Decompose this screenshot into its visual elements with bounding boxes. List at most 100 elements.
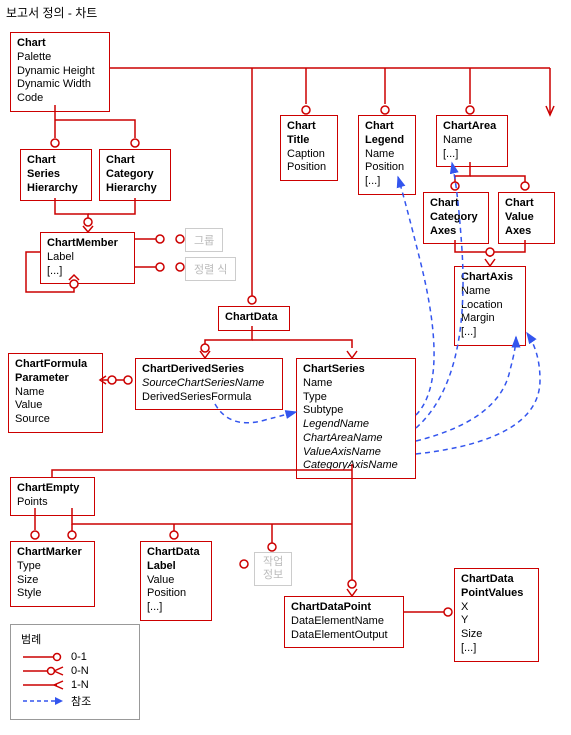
box-data-label: ChartData Label Value Position [...] xyxy=(140,541,212,621)
box-series: ChartSeries Name Type Subtype LegendName… xyxy=(296,358,416,479)
catax-l1: Chart xyxy=(430,197,482,211)
sh-l2: Series xyxy=(27,168,85,182)
mk-l2: Size xyxy=(17,574,88,588)
ce-h: ChartEmpty xyxy=(17,482,88,496)
dl-l1: Value xyxy=(147,574,205,588)
ca-l1: Name xyxy=(443,134,501,148)
box-empty: ChartEmpty Points xyxy=(10,477,95,516)
valax-l2: Value xyxy=(505,211,548,225)
catax-l3: Axes xyxy=(430,225,482,239)
legend-ref-label: 참조 xyxy=(71,693,91,709)
mk-l3: Style xyxy=(17,587,88,601)
fp-l3: Source xyxy=(15,413,96,427)
sh-l1: Chart xyxy=(27,154,85,168)
dl-l3: [...] xyxy=(147,601,205,615)
ct-l2: Position xyxy=(287,161,331,175)
box-chart-member: ChartMember Label [...] xyxy=(40,232,135,284)
legend-0n-label: 0-N xyxy=(71,665,89,677)
diagram-title: 보고서 정의 - 차트 xyxy=(6,4,567,21)
legend-01-label: 0-1 xyxy=(71,651,87,663)
cax-l2: Location xyxy=(461,299,519,313)
fp-l2: Value xyxy=(15,399,96,413)
fp-l1: Name xyxy=(15,386,96,400)
gw-l1: 작업 xyxy=(263,556,283,568)
box-grey-group: 그룹 xyxy=(185,228,223,252)
legend-row-01: 0-1 xyxy=(21,651,129,663)
box-grey-work: 작업 정보 xyxy=(254,552,292,586)
se-l7: CategoryAxisName xyxy=(303,459,409,473)
box-grey-sort: 정렬 식 xyxy=(185,257,236,281)
box-val-axes: Chart Value Axes xyxy=(498,192,555,244)
ct-l1: Caption xyxy=(287,148,331,162)
cax-h: ChartAxis xyxy=(461,271,519,285)
box-data-point: ChartDataPoint DataElementName DataEleme… xyxy=(284,596,404,648)
se-l6: ValueAxisName xyxy=(303,446,409,460)
ce-l1: Points xyxy=(17,496,88,510)
dl-h2: Label xyxy=(147,560,205,574)
box-point-values: ChartData PointValues X Y Size [...] xyxy=(454,568,539,662)
legend-row-0n: 0-N xyxy=(21,665,129,677)
dp-l1: DataElementName xyxy=(291,615,397,629)
valax-l1: Chart xyxy=(505,197,548,211)
box-derived: ChartDerivedSeries SourceChartSeriesName… xyxy=(135,358,283,410)
dv-l1: SourceChartSeriesName xyxy=(142,377,276,391)
ch-l3: Hierarchy xyxy=(106,182,164,196)
box-chart-area: ChartArea Name [...] xyxy=(436,115,508,167)
se-l5: ChartAreaName xyxy=(303,432,409,446)
cl-l2: Position xyxy=(365,161,409,175)
valax-l3: Axes xyxy=(505,225,548,239)
box-chart-axis: ChartAxis Name Location Margin [...] xyxy=(454,266,526,346)
fp-h1: ChartFormula xyxy=(15,358,96,372)
cl-h2: Legend xyxy=(365,134,409,148)
dv-h: ChartDerivedSeries xyxy=(142,363,276,377)
legend-panel: 범례 0-1 0-N 1-N 참조 xyxy=(10,624,140,720)
ch-l2: Category xyxy=(106,168,164,182)
pv-l2: Y xyxy=(461,614,532,628)
box-chart-l1: Palette xyxy=(17,51,103,65)
dv-l2: DerivedSeriesFormula xyxy=(142,391,276,405)
gw-l2: 정보 xyxy=(263,569,283,581)
se-l4: LegendName xyxy=(303,418,409,432)
pv-l4: [...] xyxy=(461,642,532,656)
se-l2: Type xyxy=(303,391,409,405)
legend-row-ref: 참조 xyxy=(21,693,129,709)
cd-h: ChartData xyxy=(225,311,283,325)
cax-l1: Name xyxy=(461,285,519,299)
box-chart-title: Chart Title Caption Position xyxy=(280,115,338,181)
box-cat-axes: Chart Category Axes xyxy=(423,192,489,244)
cl-l3: [...] xyxy=(365,175,409,189)
pv-l1: X xyxy=(461,601,532,615)
pv-h1: ChartData xyxy=(461,573,532,587)
box-chart-legend: Chart Legend Name Position [...] xyxy=(358,115,416,195)
se-h: ChartSeries xyxy=(303,363,409,377)
se-l3: Subtype xyxy=(303,404,409,418)
mk-l1: Type xyxy=(17,560,88,574)
box-chart-l3: Dynamic Width xyxy=(17,78,103,92)
ch-l1: Chart xyxy=(106,154,164,168)
box-marker: ChartMarker Type Size Style xyxy=(10,541,95,607)
cm-l2: [...] xyxy=(47,265,128,279)
ca-h: ChartArea xyxy=(443,120,501,134)
dp-h: ChartDataPoint xyxy=(291,601,397,615)
ca-l2: [...] xyxy=(443,148,501,162)
pv-l3: Size xyxy=(461,628,532,642)
fp-h2: Parameter xyxy=(15,372,96,386)
legend-1n-label: 1-N xyxy=(71,679,89,691)
box-chart-l2: Dynamic Height xyxy=(17,65,103,79)
legend-title: 범례 xyxy=(21,631,129,647)
sh-l3: Hierarchy xyxy=(27,182,85,196)
dp-l2: DataElementOutput xyxy=(291,629,397,643)
cax-l4: [...] xyxy=(461,326,519,340)
mk-h: ChartMarker xyxy=(17,546,88,560)
dl-l2: Position xyxy=(147,587,205,601)
ct-h1: Chart xyxy=(287,120,331,134)
se-l1: Name xyxy=(303,377,409,391)
dl-h1: ChartData xyxy=(147,546,205,560)
box-chart-data: ChartData xyxy=(218,306,290,331)
legend-row-1n: 1-N xyxy=(21,679,129,691)
box-series-hierarchy: Chart Series Hierarchy xyxy=(20,149,92,201)
cax-l3: Margin xyxy=(461,312,519,326)
catax-l2: Category xyxy=(430,211,482,225)
box-chart: Chart Palette Dynamic Height Dynamic Wid… xyxy=(10,32,110,112)
cm-l1: Label xyxy=(47,251,128,265)
